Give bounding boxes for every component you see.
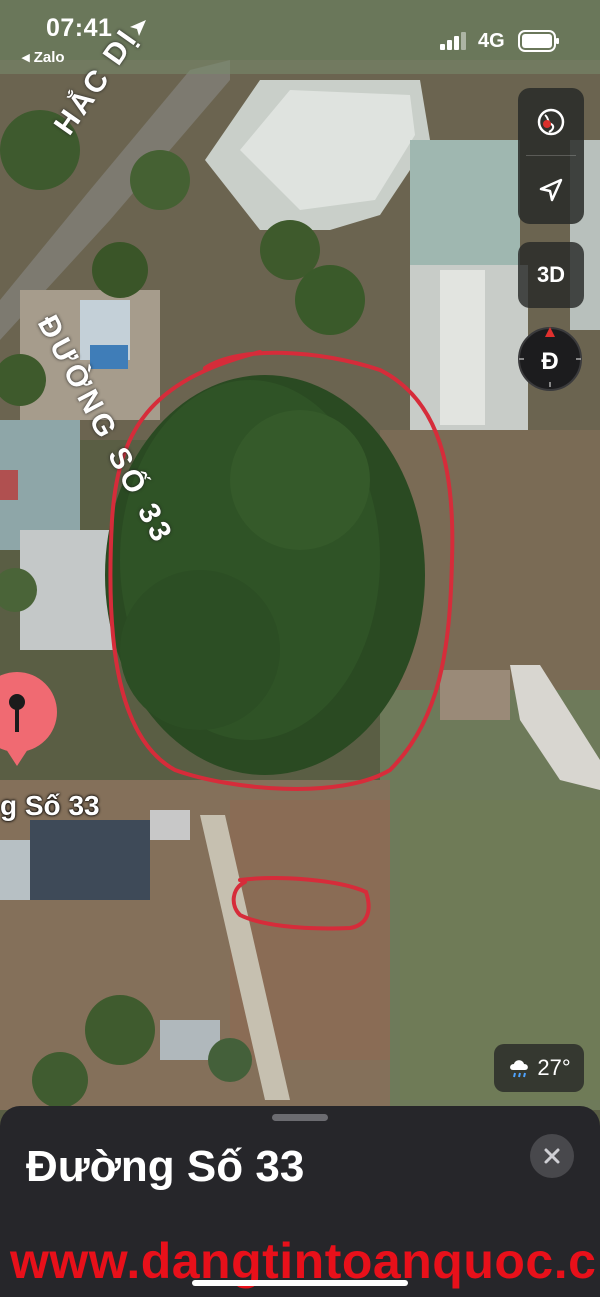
- location-arrow-icon: [539, 178, 563, 202]
- cloud-rain-icon: [510, 1060, 529, 1078]
- back-app-label: Zalo: [33, 49, 65, 66]
- back-to-app-link[interactable]: ◂ Zalo: [22, 48, 65, 66]
- place-pin[interactable]: [0, 668, 68, 768]
- current-location-button[interactable]: [518, 156, 584, 224]
- map-control-stack: [518, 88, 584, 224]
- cellular-signal-icon: [440, 32, 466, 50]
- close-button[interactable]: [530, 1134, 574, 1178]
- battery-icon: [518, 30, 559, 52]
- globe-icon: [537, 108, 565, 136]
- 3d-view-button[interactable]: 3D: [518, 242, 584, 308]
- map-mode-button[interactable]: [518, 88, 584, 156]
- place-title: Đường Số 33: [26, 1142, 305, 1191]
- network-type: 4G: [478, 30, 505, 52]
- status-time: 07:41: [46, 14, 113, 42]
- home-indicator[interactable]: [192, 1280, 408, 1286]
- temperature: 27°: [537, 1055, 571, 1080]
- close-icon: [544, 1148, 560, 1164]
- sheet-grabber[interactable]: [272, 1114, 328, 1121]
- weather-chip: 27°: [494, 1044, 584, 1092]
- compass-button[interactable]: Đ: [516, 325, 584, 393]
- pin-label: g Số 33: [0, 790, 100, 821]
- satellite-map[interactable]: [0, 0, 600, 1297]
- compass-label: Đ: [541, 348, 558, 375]
